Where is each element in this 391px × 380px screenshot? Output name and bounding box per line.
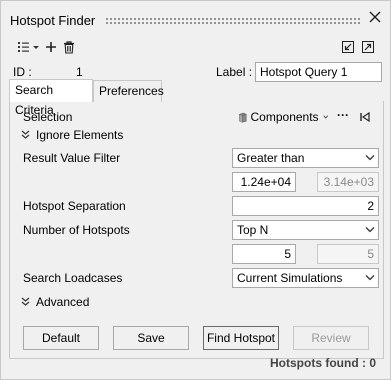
- filter-value-hint: 3.14e+03: [317, 172, 379, 192]
- ignore-elements-label: Ignore Elements: [36, 128, 124, 142]
- selection-components-dropdown[interactable]: Components: [238, 108, 328, 126]
- default-button[interactable]: Default: [23, 326, 99, 350]
- chevron-down-icon: [365, 275, 375, 281]
- advanced-label: Advanced: [36, 295, 90, 309]
- review-button[interactable]: Review: [293, 326, 369, 350]
- search-loadcases-label: Search Loadcases: [23, 271, 123, 285]
- filter-value-input[interactable]: 1.24e+04: [232, 172, 296, 192]
- trash-icon[interactable]: [62, 39, 76, 55]
- chevron-down-icon: [322, 115, 328, 119]
- chevron-down-icon: [365, 155, 375, 161]
- reset-selection-icon[interactable]: [359, 111, 371, 123]
- tab-search-criteria[interactable]: Search Criteria: [9, 79, 93, 117]
- id-value: 1: [76, 65, 83, 79]
- double-chevron-down-icon: [21, 130, 30, 139]
- window-title: Hotspot Finder: [10, 13, 96, 28]
- tab-preferences[interactable]: Preferences: [93, 80, 164, 102]
- component-icon: [239, 112, 247, 123]
- number-of-hotspots-label: Number of Hotspots: [23, 223, 130, 237]
- hotspot-separation-input[interactable]: 2: [232, 196, 379, 216]
- top-n-secondary: 5: [317, 244, 379, 264]
- search-loadcases-select[interactable]: Current Simulations: [232, 268, 379, 288]
- label-label: Label :: [216, 65, 253, 79]
- chevron-down-icon: [365, 227, 375, 233]
- hotspot-separation-label: Hotspot Separation: [23, 199, 126, 213]
- number-of-hotspots-select[interactable]: Top N: [232, 220, 379, 240]
- find-hotspot-button[interactable]: Find Hotspot: [203, 326, 279, 350]
- save-button[interactable]: Save: [113, 326, 189, 350]
- drag-grip[interactable]: [105, 17, 361, 24]
- list-dropdown-icon[interactable]: [16, 39, 42, 55]
- hotspots-found-status: Hotspots found : 0: [270, 356, 376, 370]
- double-chevron-down-icon: [21, 297, 30, 306]
- label-field[interactable]: Hotspot Query 1: [255, 62, 382, 82]
- expand-window-icon[interactable]: [361, 39, 375, 55]
- selection-value: Components: [250, 110, 319, 124]
- plus-icon[interactable]: [44, 39, 58, 55]
- hotspot-finder-panel: Hotspot Finder ID : 1 Label : Hotspot Qu…: [0, 0, 391, 380]
- result-value-filter-select[interactable]: Greater than: [232, 148, 379, 168]
- top-n-input[interactable]: 5: [232, 244, 296, 264]
- ignore-elements-expander[interactable]: Ignore Elements: [21, 128, 123, 142]
- advanced-expander[interactable]: Advanced: [21, 295, 89, 309]
- close-icon[interactable]: [367, 10, 383, 26]
- shrink-window-icon[interactable]: [341, 39, 355, 55]
- id-label: ID :: [13, 65, 32, 79]
- more-options-button[interactable]: ···: [337, 108, 349, 122]
- result-value-filter-label: Result Value Filter: [23, 151, 121, 165]
